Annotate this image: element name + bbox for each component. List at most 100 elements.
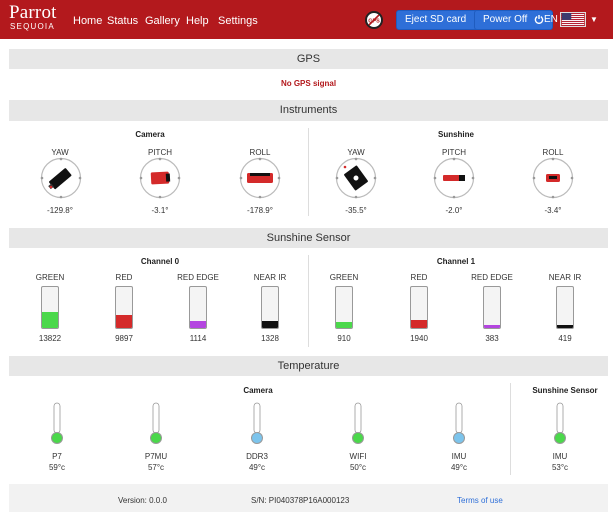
- temp-p7mu-value: 57°c: [147, 463, 165, 472]
- ch1-red-bar: [410, 286, 428, 329]
- ch1-red-label: RED: [410, 273, 428, 282]
- camera-roll-value: -178.9°: [247, 206, 273, 215]
- sunshine-yaw-label: YAW: [347, 148, 365, 157]
- ch1-red-fill: [411, 319, 427, 328]
- nav-status[interactable]: Status: [107, 15, 138, 27]
- temperature-sunshine-title: Sunshine Sensor: [532, 386, 598, 395]
- sunshine-yaw-value: -35.5°: [345, 206, 367, 215]
- temperature-divider: [510, 383, 511, 475]
- channel1-title: Channel 1: [436, 257, 476, 266]
- sunshine-pitch-gauge: [433, 157, 475, 199]
- temp-wifi-label: WIFI: [349, 452, 367, 461]
- brand-logo[interactable]: Parrot SEQUOIA: [9, 3, 57, 32]
- ch1-rededge-fill: [484, 325, 500, 328]
- instruments-divider: [308, 128, 309, 216]
- ch0-nearir-label: NEAR IR: [253, 273, 287, 282]
- temp-ddr3-value: 49°c: [248, 463, 266, 472]
- chevron-down-icon[interactable]: ▼: [590, 15, 598, 24]
- ch0-green-fill: [42, 312, 58, 328]
- instruments-sunshine-title: Sunshine: [437, 130, 474, 139]
- ch1-nearir-value: 419: [558, 334, 572, 343]
- version-text: Version: 0.0.0: [118, 496, 167, 505]
- temp-p7-label: P7: [52, 452, 62, 461]
- camera-pitch-value: -3.1°: [151, 206, 169, 215]
- camera-yaw-gauge: [40, 157, 82, 199]
- ch0-red-label: RED: [115, 273, 133, 282]
- ch0-nearir-bar: [261, 286, 279, 329]
- camera-pitch-gauge: [139, 157, 181, 199]
- camera-roll-gauge: [239, 157, 281, 199]
- sunshine-pitch-value: -2.0°: [445, 206, 463, 215]
- ch1-rededge-value: 383: [485, 334, 499, 343]
- gps-header: GPS: [9, 49, 608, 69]
- sunshine-pitch-label: PITCH: [442, 148, 466, 157]
- brand-name: Parrot: [9, 2, 57, 23]
- eject-sd-label: Eject SD card: [405, 14, 467, 25]
- terms-of-use-link[interactable]: Terms of use: [457, 496, 503, 505]
- gps-message: No GPS signal: [280, 79, 337, 88]
- temperature-header: Temperature: [9, 356, 608, 376]
- ch0-rededge-bar: [189, 286, 207, 329]
- ch0-rededge-fill: [190, 320, 206, 328]
- ch1-nearir-bar: [556, 286, 574, 329]
- nav-gallery[interactable]: Gallery: [145, 15, 180, 27]
- ch1-rededge-label: RED EDGE: [471, 273, 513, 282]
- temp-wifi-value: 50°c: [349, 463, 367, 472]
- sunshine-roll-label: ROLL: [542, 148, 564, 157]
- temp-sunshine-imu-label: IMU: [552, 452, 568, 461]
- sensor-header: Sunshine Sensor: [9, 228, 608, 248]
- thermometer-sunshine-imu-icon: [554, 402, 566, 444]
- temp-p7mu-label: P7MU: [144, 452, 168, 461]
- nav-settings[interactable]: Settings: [218, 15, 258, 27]
- sunshine-roll-gauge: [532, 157, 574, 199]
- ch0-nearir-fill: [262, 320, 278, 328]
- serial-number-text: S/N: PI040378P16A000123: [251, 496, 350, 505]
- camera-yaw-label: YAW: [51, 148, 69, 157]
- ch1-green-value: 910: [337, 334, 351, 343]
- camera-roll-label: ROLL: [249, 148, 271, 157]
- temp-ddr3-label: DDR3: [246, 452, 268, 461]
- temp-imu-label: IMU: [451, 452, 467, 461]
- ch1-green-label: GREEN: [329, 273, 359, 282]
- ch0-green-bar: [41, 286, 59, 329]
- instruments-camera-title: Camera: [135, 130, 165, 139]
- thermometer-p7-icon: [51, 402, 63, 444]
- ch1-nearir-fill: [557, 325, 573, 328]
- ch1-green-fill: [336, 322, 352, 328]
- temp-imu-value: 49°c: [450, 463, 468, 472]
- power-icon: [534, 15, 544, 25]
- thermometer-p7mu-icon: [150, 402, 162, 444]
- thermometer-ddr3-icon: [251, 402, 263, 444]
- gps-status-icon: GPS: [365, 11, 383, 29]
- power-off-button[interactable]: Power Off: [474, 10, 554, 30]
- ch0-green-label: GREEN: [35, 273, 65, 282]
- instruments-header: Instruments: [9, 100, 608, 121]
- page: Parrot SEQUOIA Home Status Gallery Help …: [0, 0, 613, 512]
- sensor-divider: [308, 255, 309, 347]
- nav-home[interactable]: Home: [73, 15, 102, 27]
- camera-pitch-label: PITCH: [148, 148, 172, 157]
- thermometer-wifi-icon: [352, 402, 364, 444]
- ch1-nearir-label: NEAR IR: [548, 273, 582, 282]
- language-selector[interactable]: EN: [544, 14, 558, 25]
- brand-product: SEQUOIA: [10, 22, 55, 31]
- temp-p7-value: 59°c: [48, 463, 66, 472]
- camera-yaw-value: -129.8°: [47, 206, 73, 215]
- ch0-red-value: 9897: [115, 334, 133, 343]
- navbar: Parrot SEQUOIA Home Status Gallery Help …: [0, 0, 613, 39]
- ch0-nearir-value: 1328: [261, 334, 279, 343]
- ch0-red-bar: [115, 286, 133, 329]
- channel0-title: Channel 0: [140, 257, 180, 266]
- ch0-rededge-value: 1114: [189, 334, 207, 343]
- ch0-rededge-label: RED EDGE: [177, 273, 219, 282]
- temperature-camera-title: Camera: [243, 386, 273, 395]
- nav-help[interactable]: Help: [186, 15, 209, 27]
- ch0-red-fill: [116, 314, 132, 328]
- us-flag-icon[interactable]: [560, 12, 586, 27]
- sunshine-roll-value: -3.4°: [544, 206, 562, 215]
- temp-sunshine-imu-value: 53°c: [551, 463, 569, 472]
- ch1-red-value: 1940: [410, 334, 428, 343]
- ch0-green-value: 13822: [38, 334, 62, 343]
- ch1-rededge-bar: [483, 286, 501, 329]
- ch1-green-bar: [335, 286, 353, 329]
